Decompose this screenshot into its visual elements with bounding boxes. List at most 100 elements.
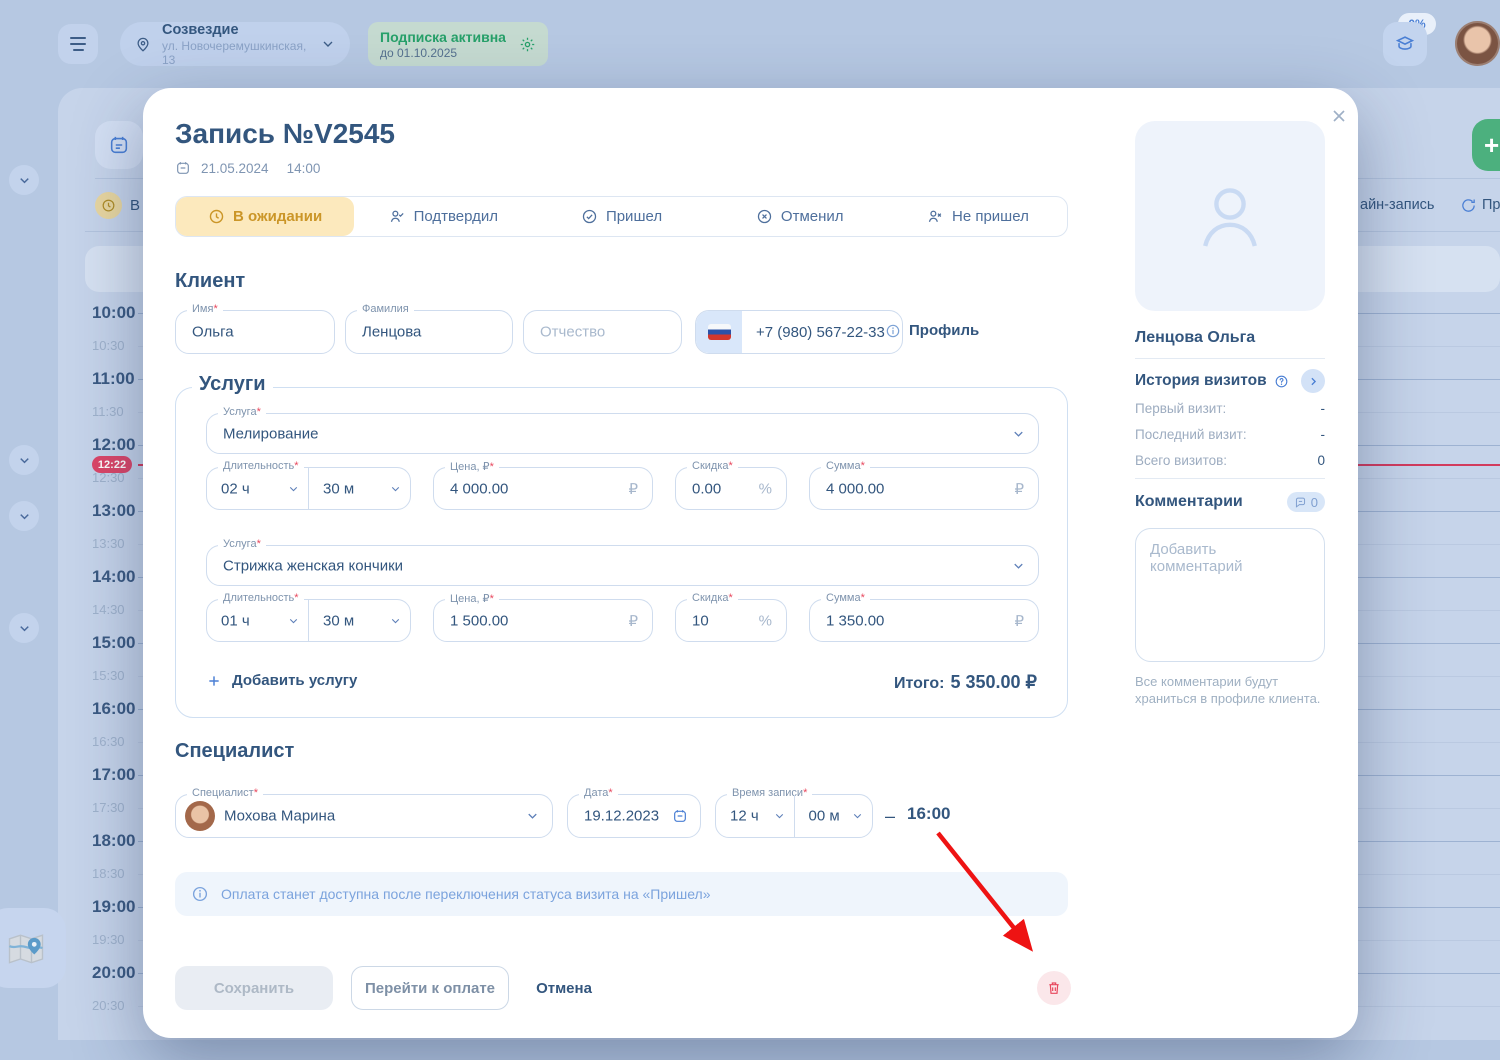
tab-cancelled[interactable]: Отменил: [711, 197, 889, 236]
chevron-down-icon: [525, 809, 540, 824]
specialist-section-title: Специалист: [175, 740, 294, 763]
time-label: 12:30: [92, 468, 125, 488]
duration-field[interactable]: Длительность* 02 ч 30 м: [206, 467, 411, 510]
history-value: -: [1321, 427, 1326, 442]
time-label: 10:00: [92, 303, 135, 323]
service-select[interactable]: Услуга* Стрижка женская кончики: [206, 545, 1039, 586]
tab-label: Отменил: [781, 208, 844, 225]
time-minutes-select[interactable]: 00 м: [794, 795, 873, 837]
duration-hours-select[interactable]: 01 ч: [207, 600, 308, 641]
appointment-modal: Запись №V2545 21.05.2024 14:00 В ожидани…: [143, 88, 1358, 1038]
status-tabs: В ожидании Подтвердил Пришел Отменил Не …: [175, 196, 1068, 237]
tab-confirmed[interactable]: Подтвердил: [354, 197, 532, 236]
duration-field[interactable]: Длительность* 01 ч 30 м: [206, 599, 411, 642]
history-value: -: [1321, 401, 1326, 416]
cancel-button[interactable]: Отмена: [529, 966, 599, 1010]
tab-no-show[interactable]: Не пришел: [889, 197, 1067, 236]
required-mark: *: [729, 460, 733, 472]
collapse-section-button[interactable]: [9, 501, 39, 531]
price-value: 4 000.00: [450, 480, 508, 497]
middle-name-field[interactable]: Отчество: [523, 310, 682, 354]
appointment-time: 14:00: [287, 161, 321, 176]
collapse-section-button[interactable]: [9, 445, 39, 475]
price-field[interactable]: Цена, ₽* 1 500.00 ₽: [433, 599, 653, 642]
add-service-button[interactable]: Добавить услугу: [206, 672, 357, 689]
learning-button[interactable]: [1383, 22, 1427, 66]
chevron-down-icon: [287, 614, 300, 627]
comment-input[interactable]: [1135, 528, 1325, 662]
specialist-label: Специалист: [192, 787, 254, 799]
map-icon: [4, 926, 48, 970]
tab-arrived[interactable]: Пришел: [532, 197, 710, 236]
sum-field[interactable]: Сумма* 4 000.00 ₽: [809, 467, 1039, 510]
profile-link[interactable]: Профиль: [885, 322, 979, 339]
subscription-status: Подписка активна: [380, 29, 506, 46]
chevron-down-icon: [287, 482, 300, 495]
history-open-button[interactable]: [1301, 369, 1325, 393]
duration-minutes-select[interactable]: 30 м: [308, 468, 410, 509]
phone-field[interactable]: +7 (980) 567-22-33: [695, 310, 903, 354]
delete-appointment-button[interactable]: [1037, 971, 1071, 1005]
start-time-field[interactable]: Время записи* 12 ч 00 м: [715, 794, 873, 838]
currency-suffix: ₽: [1014, 480, 1024, 498]
price-value: 1 500.00: [450, 612, 508, 629]
location-pin-icon: [134, 35, 152, 53]
appointment-date: 21.05.2024: [201, 161, 269, 176]
discount-field[interactable]: Скидка* 0.00 %: [675, 467, 787, 510]
hours-value: 12 ч: [730, 808, 759, 825]
specialist-select[interactable]: Специалист* Мохова Марина: [175, 794, 553, 838]
location-name: Созвездие: [162, 22, 320, 39]
modal-title: Запись №V2545: [175, 118, 395, 150]
price-field[interactable]: Цена, ₽* 4 000.00 ₽: [433, 467, 653, 510]
time-label: 15:00: [92, 633, 135, 653]
trash-icon: [1046, 980, 1062, 996]
country-selector[interactable]: [696, 311, 742, 353]
map-button[interactable]: [0, 908, 66, 988]
go-to-payment-button[interactable]: Перейти к оплате: [351, 966, 509, 1010]
currency-suffix: ₽: [628, 612, 638, 630]
location-selector[interactable]: Созвездие ул. Новочеремушкинская, 13: [120, 22, 350, 66]
total-label: Итого:: [894, 675, 944, 693]
time-label: 17:00: [92, 765, 135, 785]
menu-button[interactable]: [58, 24, 98, 64]
collapse-section-button[interactable]: [9, 165, 39, 195]
chevron-down-icon: [773, 810, 786, 823]
person-icon: [1182, 168, 1278, 264]
close-icon[interactable]: [1327, 104, 1351, 128]
gear-icon[interactable]: [519, 36, 536, 53]
collapse-section-button[interactable]: [9, 613, 39, 643]
tab-pending[interactable]: В ожидании: [176, 197, 354, 236]
last-name-field[interactable]: Фамилия Ленцова: [345, 310, 513, 354]
new-appointment-button[interactable]: +: [1472, 119, 1500, 171]
time-label: 19:30: [92, 930, 125, 950]
discount-field[interactable]: Скидка* 10 %: [675, 599, 787, 642]
time-label: 15:30: [92, 666, 125, 686]
comments-note: Все комментарии будут храниться в профил…: [1135, 673, 1327, 707]
save-button[interactable]: Сохранить: [175, 966, 333, 1010]
plus-label: +: [1484, 130, 1499, 161]
header-label-partial[interactable]: Пр: [1482, 197, 1500, 213]
comments-title: Комментарии: [1135, 493, 1243, 511]
sum-value: 1 350.00: [826, 612, 884, 629]
person-x-icon: [927, 208, 944, 225]
first-name-label: Имя: [192, 303, 213, 315]
duration-hours-select[interactable]: 02 ч: [207, 468, 308, 509]
duration-minutes-select[interactable]: 30 м: [308, 600, 410, 641]
first-name-field[interactable]: Имя* Ольга: [175, 310, 335, 354]
date-field[interactable]: Дата* 19.12.2023: [567, 794, 701, 838]
price-label: Цена, ₽: [450, 461, 490, 473]
service-select[interactable]: Услуга* Мелирование: [206, 413, 1039, 454]
user-avatar[interactable]: [1455, 21, 1500, 66]
required-mark: *: [254, 787, 258, 799]
specialist-avatar: [185, 801, 215, 831]
sum-field[interactable]: Сумма* 1 350.00 ₽: [809, 599, 1039, 642]
comment-icon: [1294, 496, 1307, 509]
calendar-view-button[interactable]: [95, 121, 143, 169]
russia-flag-icon: [708, 324, 731, 340]
refresh-icon[interactable]: [1460, 197, 1477, 214]
question-circle-icon[interactable]: [1274, 374, 1289, 389]
online-booking-label-partial[interactable]: айн-запись: [1360, 197, 1434, 213]
calendar-icon[interactable]: [672, 808, 688, 824]
time-hours-select[interactable]: 12 ч: [716, 795, 794, 837]
time-label: 11:30: [92, 402, 124, 422]
